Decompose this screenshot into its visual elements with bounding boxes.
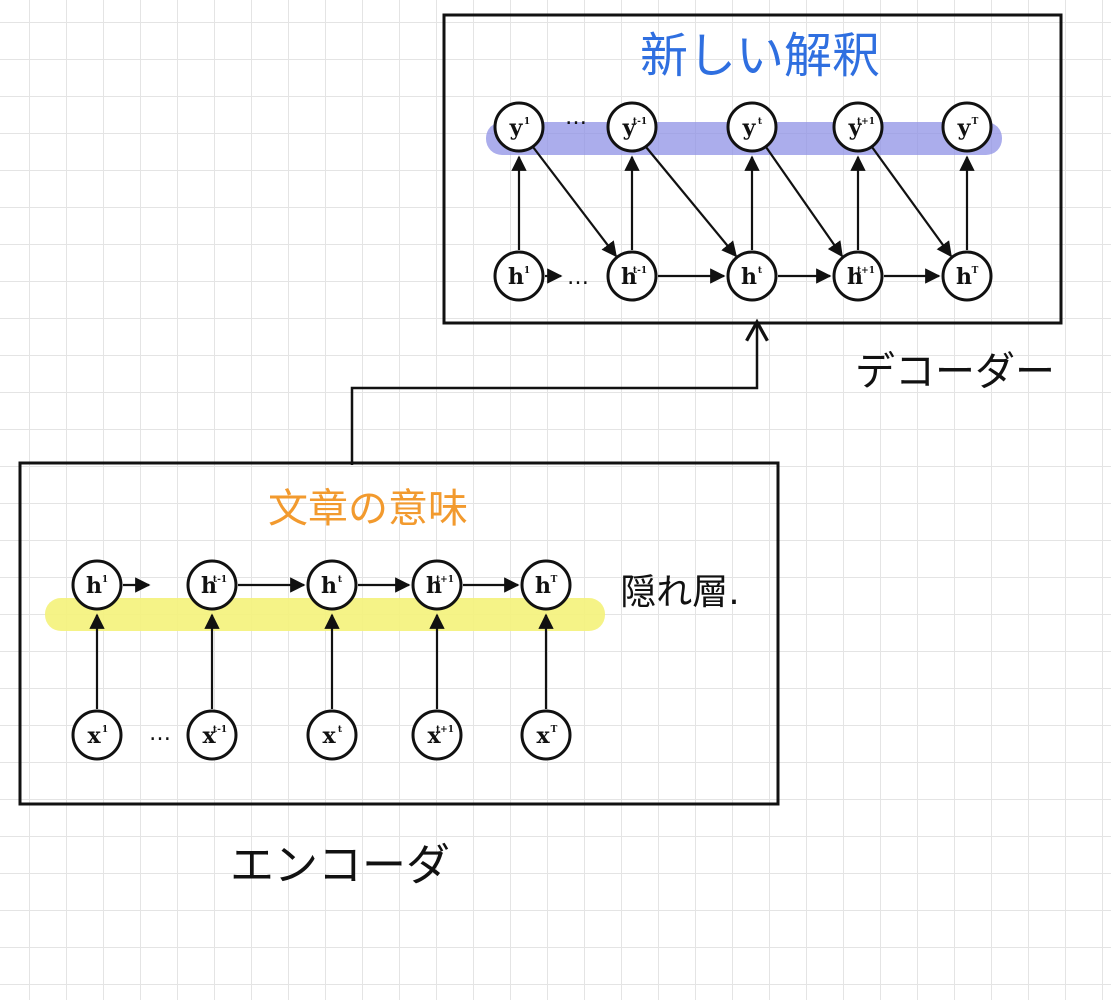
decoder-h-node: ht+1	[832, 250, 884, 302]
decoder-h-node: hT	[941, 250, 993, 302]
encoder-x-node-sup: t+1	[436, 725, 454, 735]
encoder-hidden-label: 隠れ層.	[620, 572, 739, 613]
encoder-h-node-sup: t+1	[436, 575, 454, 585]
encoder-x-node: xt+1	[411, 709, 463, 761]
encoder-x-node: xT	[520, 709, 572, 761]
encoder-x-node-base: x	[87, 723, 101, 749]
seq2seq-diagram: 新しい解釈 デコーダー y 1 yt-1 y t yt+1 y T h 1 ht-1 h t ht+1 h…	[18, 13, 1063, 891]
encoder-x-node: x1	[71, 709, 123, 761]
decoder-y-node: y1	[493, 101, 545, 153]
decoder-h-node-sup: 1	[524, 266, 530, 276]
decoder-y-node-sup: t-1	[633, 117, 647, 127]
encoder-x-node-sup: t-1	[213, 725, 227, 735]
encoder-x-node: xt	[306, 709, 358, 761]
encoder-input-nodes: x 1 xt-1 x t xt+1 x T	[71, 709, 572, 761]
decoder-y-node: yt-1	[606, 101, 658, 153]
decoder-h-node: h1	[493, 250, 545, 302]
decoder-y-to-h-arrow	[645, 146, 737, 258]
decoder-h-node-sup: t+1	[857, 266, 875, 276]
decoder-y-node-sup: 1	[524, 117, 530, 127]
encoder-x-node-base: x	[322, 723, 336, 749]
decoder-h-node-base: h	[508, 264, 524, 290]
decoder-y-to-h-arrow	[532, 146, 617, 258]
encoder-h-node: ht	[306, 559, 358, 611]
encoder-x-node: xt-1	[186, 709, 238, 761]
encoder-label: エンコーダ	[230, 840, 450, 891]
encoder-to-decoder-arrow	[350, 318, 769, 465]
decoder-h-node: ht-1	[606, 250, 658, 302]
decoder-ellipsis-bottom: …	[567, 265, 589, 290]
encoder-x-node-sup: 1	[102, 725, 108, 735]
decoder-y-to-h-arrow	[765, 146, 843, 258]
decoder-ellipsis-top: …	[565, 105, 587, 130]
decoder-h-node-base: h	[741, 264, 757, 290]
encoder-h-node-sup: t-1	[213, 575, 227, 585]
decoder-y-node: yt+1	[832, 101, 884, 153]
decoder-y-node-base: y	[742, 115, 757, 141]
decoder-h-node: ht	[726, 250, 778, 302]
encoder-h-node: hT	[520, 559, 572, 611]
encoder-title: 文章の意味	[268, 486, 468, 532]
encoder-h-node: ht+1	[411, 559, 463, 611]
encoder-ellipsis: …	[149, 721, 171, 746]
decoder-h-node-sup: T	[972, 266, 979, 276]
encoder-h-node: h1	[71, 559, 123, 611]
decoder-h-node-base: h	[956, 264, 972, 290]
decoder-title: 新しい解釈	[640, 28, 880, 84]
decoder-y-node-base: y	[957, 115, 972, 141]
encoder-x-node-base: x	[536, 723, 550, 749]
encoder-h-node-sup: T	[551, 575, 558, 585]
decoder-y-node: yt	[726, 101, 778, 153]
encoder-x-node-sup: T	[551, 725, 558, 735]
decoder-label: デコーダー	[855, 349, 1055, 395]
decoder-y-node: yT	[941, 101, 993, 153]
encoder-h-node-base: h	[86, 573, 102, 599]
encoder-h-node-sup: 1	[102, 575, 108, 585]
decoder-y-node-base: y	[509, 115, 524, 141]
decoder-y-to-h-arrow	[871, 146, 952, 258]
decoder-y-node-sup: t+1	[857, 117, 875, 127]
encoder-h-node-base: h	[321, 573, 337, 599]
decoder-y-node-sup: T	[972, 117, 979, 127]
encoder-h-node: ht-1	[186, 559, 238, 611]
decoder-h-node-sup: t-1	[633, 266, 647, 276]
encoder-h-node-base: h	[535, 573, 551, 599]
